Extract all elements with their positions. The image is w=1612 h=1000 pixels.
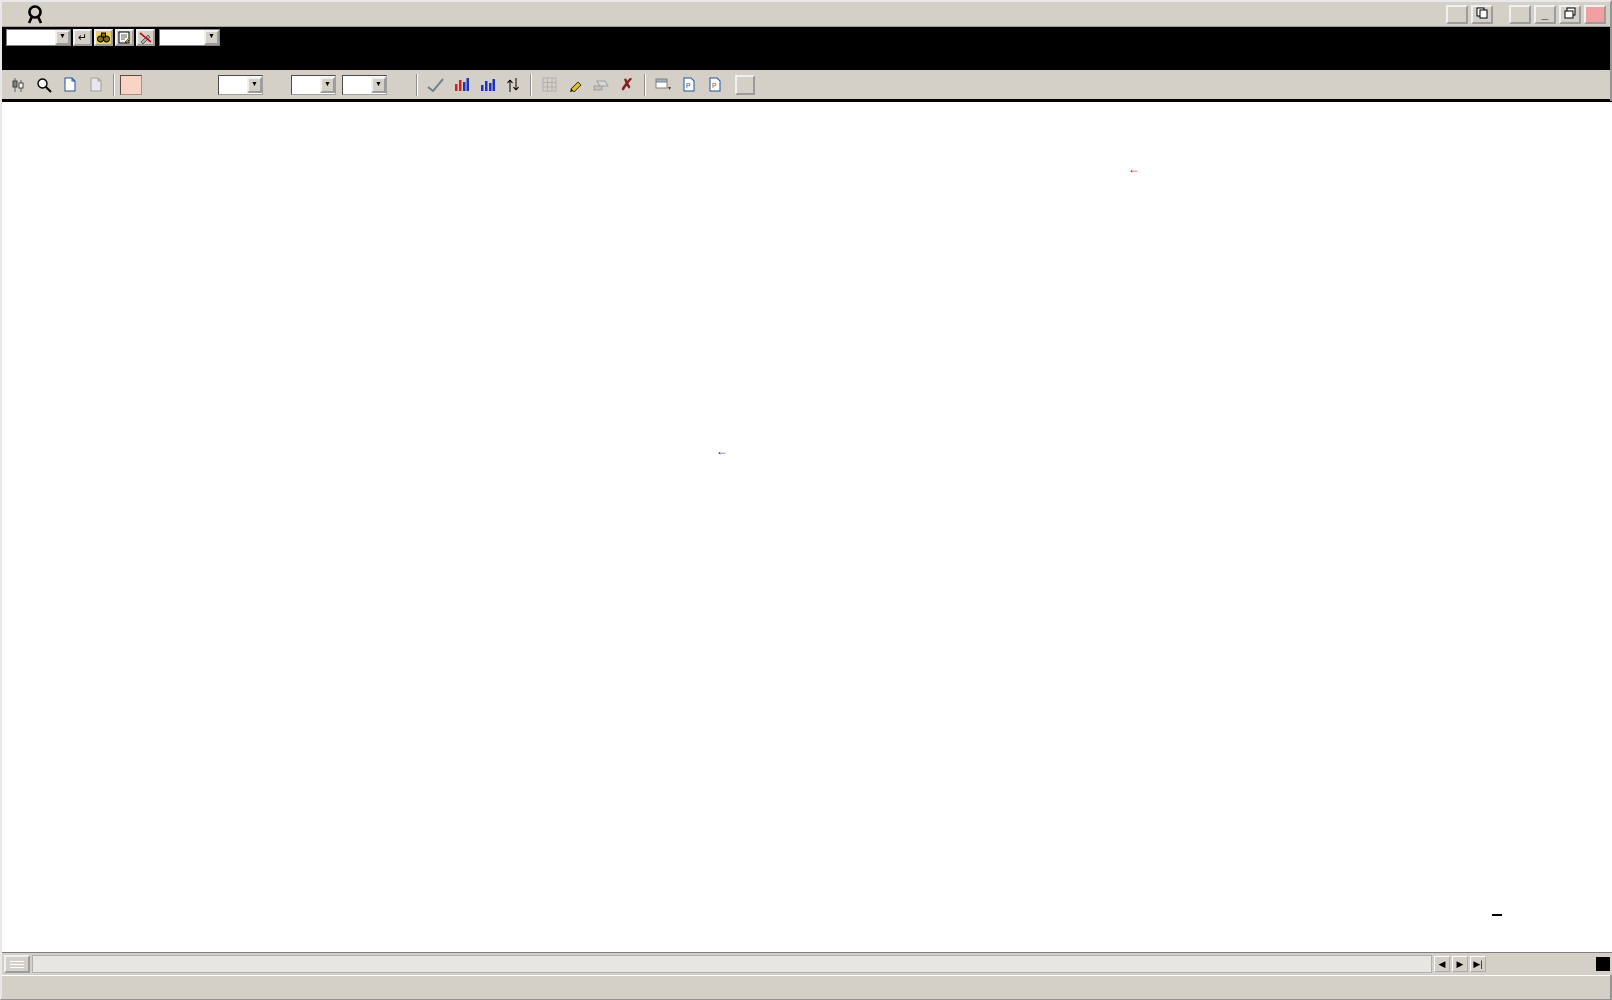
period-monthly-button[interactable]	[168, 75, 190, 95]
toolbar-separator	[416, 74, 418, 96]
symbol-bar: ▼ ↵ ▼	[2, 27, 1610, 47]
app-logo-icon	[24, 4, 46, 24]
eraser-button[interactable]	[589, 73, 613, 97]
x-axis	[2, 933, 1612, 953]
enter-button[interactable]: ↵	[73, 29, 92, 46]
page-p2-icon: P	[708, 77, 722, 92]
annotation-low: ←	[716, 444, 728, 458]
svg-text:P: P	[712, 83, 717, 90]
scrollbar-thumb[interactable]	[32, 955, 1432, 973]
save-template-button[interactable]: P	[677, 73, 701, 97]
delete-drawings-button[interactable]: ✗	[615, 73, 639, 97]
layout-window-button[interactable]	[651, 73, 675, 97]
close-button[interactable]	[1584, 5, 1606, 24]
unit-select: ▼	[291, 75, 336, 95]
candlestick-tool-button[interactable]	[6, 73, 30, 97]
arrow-left-icon: ←	[716, 444, 728, 458]
memo-icon	[118, 31, 131, 44]
symbol-code-combo: ▼	[6, 29, 71, 46]
font-size-button[interactable]	[1446, 5, 1468, 24]
restore-button[interactable]	[1559, 5, 1581, 24]
minimize-button[interactable]: _	[1534, 5, 1556, 24]
title-bar: _	[2, 2, 1610, 27]
annotation-high: ←	[1128, 162, 1140, 176]
symbol-code-input[interactable]	[7, 30, 55, 45]
copy-window-button[interactable]	[1471, 5, 1493, 24]
scroll-right-button[interactable]: ▶	[1452, 956, 1468, 972]
period-daily-button[interactable]	[120, 75, 142, 95]
load-template-button[interactable]: P	[703, 73, 727, 97]
check-line-icon	[427, 78, 444, 92]
scroll-left-button[interactable]: ◀	[1434, 956, 1450, 972]
copy-icon	[1476, 7, 1488, 19]
bars-blue-icon	[480, 77, 495, 92]
draw-pencil-button[interactable]	[563, 73, 587, 97]
resize-corner[interactable]	[1596, 957, 1610, 971]
updown-arrows-button[interactable]	[501, 73, 525, 97]
candlestick-icon	[10, 77, 26, 93]
grid-icon	[542, 77, 557, 92]
scroll-end-button[interactable]: ▶|	[1470, 956, 1486, 972]
high-low-readout	[1350, 108, 1366, 122]
symbol-code-dropdown[interactable]: ▼	[55, 30, 70, 45]
smoothing-button[interactable]	[423, 73, 447, 97]
price-bar	[2, 47, 1610, 70]
unit-select-dropdown[interactable]: ▼	[320, 77, 335, 93]
toolbar-separator	[530, 74, 532, 96]
search-binoculars-button[interactable]	[94, 29, 113, 46]
magnifier-icon	[36, 77, 52, 93]
updown-arrows-icon	[506, 77, 520, 93]
pen-slash-icon	[139, 31, 152, 44]
volume-multiplier-badge	[1492, 914, 1502, 916]
eraser-icon	[593, 79, 609, 91]
bars-select: ▼	[342, 75, 387, 95]
restore-icon	[1564, 7, 1576, 19]
status-bar	[2, 975, 1610, 999]
minute-select: ▼	[218, 75, 263, 95]
period-minute-button[interactable]	[192, 75, 214, 95]
window-dropdown-icon	[655, 78, 672, 92]
toolbar-separator	[644, 74, 646, 96]
horizontal-scrollbar: ◀ ▶ ▶|	[2, 953, 1612, 975]
binoculars-icon	[97, 32, 110, 43]
histogram-blue-button[interactable]	[475, 73, 499, 97]
chart-canvas[interactable]	[2, 102, 1612, 934]
help-button[interactable]	[1509, 5, 1531, 24]
bars-select-dropdown[interactable]: ▼	[371, 77, 386, 93]
period-weekly-button[interactable]	[144, 75, 166, 95]
memo-button[interactable]	[115, 29, 134, 46]
page-gray-icon	[89, 77, 103, 92]
zoom-tool-button[interactable]	[32, 73, 56, 97]
scrollbar-grip[interactable]	[4, 955, 30, 973]
new-page-button[interactable]	[58, 73, 82, 97]
page-p-icon: P	[682, 77, 696, 92]
bars-redblue-icon	[454, 77, 469, 92]
grid-button[interactable]	[537, 73, 561, 97]
save-button[interactable]	[735, 75, 755, 95]
copy-page-button[interactable]	[84, 73, 108, 97]
svg-text:P: P	[686, 83, 691, 90]
minute-select-dropdown[interactable]: ▼	[247, 77, 262, 93]
category-dropdown[interactable]: ▼	[204, 30, 219, 45]
app-window: _ ▼ ↵ ▼	[0, 0, 1612, 1000]
chart-region: ← ←	[2, 101, 1612, 933]
arrow-left-icon: ←	[1128, 162, 1140, 176]
page-icon	[63, 77, 77, 92]
category-combo: ▼	[159, 29, 220, 46]
draw-disable-button[interactable]	[136, 29, 155, 46]
pencil-icon	[568, 77, 583, 92]
histogram-redblue-button[interactable]	[449, 73, 473, 97]
chart-toolbar: ▼ ▼ ▼	[2, 70, 1610, 101]
toolbar-separator	[113, 74, 115, 96]
